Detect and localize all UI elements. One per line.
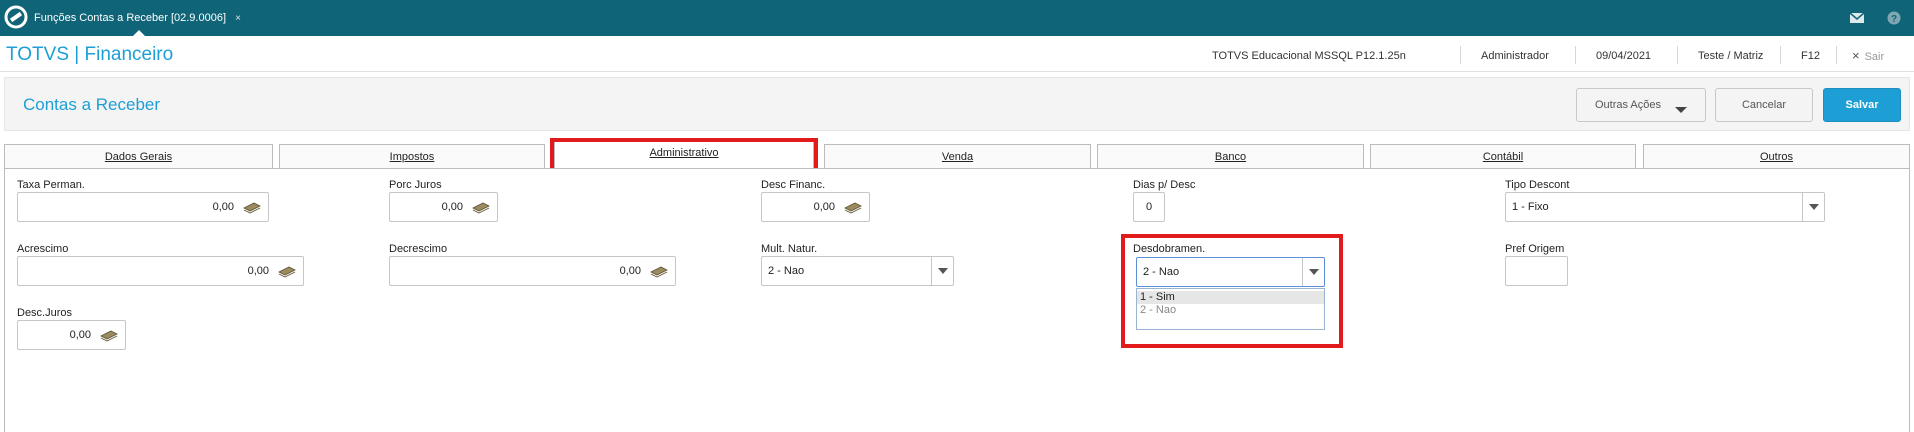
tab-administrativo[interactable]: Administrativo	[554, 139, 814, 168]
tab-label: Dados Gerais	[104, 151, 173, 163]
exit-label: Sair	[1864, 51, 1885, 63]
header-divider	[1780, 46, 1781, 64]
desc-financ-field[interactable]: 0,00	[761, 192, 870, 222]
header-divider	[1460, 46, 1461, 64]
desdobramen-value: 2 - Nao	[1143, 266, 1180, 278]
user-info[interactable]: Administrador	[1481, 50, 1549, 62]
tab-label: Banco	[1214, 151, 1247, 163]
porc-juros-label: Porc Juros	[389, 179, 442, 191]
date-info[interactable]: 09/04/2021	[1596, 50, 1651, 62]
money-icon[interactable]	[99, 328, 119, 342]
tab-venda[interactable]: Venda	[824, 144, 1091, 168]
money-icon[interactable]	[843, 200, 863, 214]
porc-juros-field[interactable]: 0,00	[389, 192, 498, 222]
taxa-perman-label: Taxa Perman.	[17, 179, 85, 191]
help-icon[interactable]: ?	[1886, 11, 1902, 25]
dias-desc-value: 0	[1145, 201, 1153, 213]
tab-dados-gerais[interactable]: Dados Gerais	[4, 144, 273, 168]
decrescimo-field[interactable]: 0,00	[389, 256, 676, 286]
pref-origem-label: Pref Origem	[1505, 243, 1565, 255]
page-title-bar: Contas a Receber Outras Ações Cancelar S…	[4, 77, 1910, 131]
tab-impostos[interactable]: Impostos	[279, 144, 545, 168]
money-icon[interactable]	[471, 200, 491, 214]
desdobramen-options: 1 - Sim 2 - Nao	[1136, 288, 1325, 330]
save-button[interactable]: Salvar	[1823, 88, 1901, 122]
mult-natur-select[interactable]: 2 - Nao	[761, 256, 954, 286]
page-title: Contas a Receber	[23, 95, 161, 114]
dias-desc-field[interactable]: 0	[1133, 192, 1165, 222]
tab-contabil[interactable]: Contábil	[1370, 144, 1636, 168]
desc-juros-field[interactable]: 0,00	[17, 320, 126, 350]
money-icon[interactable]	[277, 264, 297, 278]
tab-label: Impostos	[389, 151, 435, 163]
cancel-label: Cancelar	[1741, 99, 1787, 111]
porc-juros-value: 0,00	[441, 201, 463, 213]
mult-natur-value: 2 - Nao	[768, 265, 805, 277]
chevron-down-icon[interactable]	[1302, 258, 1324, 286]
taxa-perman-field[interactable]: 0,00	[17, 192, 269, 222]
mail-icon[interactable]	[1849, 11, 1865, 25]
folder-tabs: Dados Gerais Impostos Administrativo Ven…	[0, 139, 1914, 168]
close-icon: ×	[1852, 48, 1860, 63]
dias-desc-label: Dias p/ Desc	[1133, 179, 1196, 191]
tipo-descont-label: Tipo Descont	[1505, 179, 1570, 191]
tab-label: Venda	[941, 151, 974, 163]
chevron-down-icon[interactable]	[931, 257, 953, 285]
header-divider	[1677, 46, 1678, 64]
acrescimo-value: 0,00	[247, 265, 269, 277]
option-nao[interactable]: 2 - Nao	[1137, 304, 1324, 317]
tab-label: Contábil	[1482, 151, 1524, 163]
save-label: Salvar	[1845, 99, 1879, 111]
money-icon[interactable]	[242, 200, 262, 214]
tipo-descont-value: 1 - Fixo	[1512, 201, 1549, 213]
money-icon[interactable]	[649, 264, 669, 278]
tab-banco[interactable]: Banco	[1097, 144, 1364, 168]
desdobramen-select[interactable]: 2 - Nao	[1136, 257, 1325, 287]
option-sim[interactable]: 1 - Sim	[1137, 291, 1324, 304]
desc-financ-value: 0,00	[813, 201, 835, 213]
shortcut-info[interactable]: F12	[1801, 50, 1820, 62]
desdobramen-label: Desdobramen.	[1133, 243, 1206, 255]
desc-juros-value: 0,00	[69, 329, 91, 341]
tipo-descont-select[interactable]: 1 - Fixo	[1505, 192, 1825, 222]
tab-outros[interactable]: Outros	[1643, 144, 1910, 168]
decrescimo-label: Decrescimo	[389, 243, 448, 255]
mult-natur-label: Mult. Natur.	[761, 243, 818, 255]
other-actions-button[interactable]: Outras Ações	[1576, 88, 1706, 122]
tab-label: Outros	[1759, 151, 1793, 163]
app-brand: TOTVS | Financeiro	[6, 44, 174, 65]
top-bar: Funções Contas a Receber [02.9.0006] × ?	[0, 0, 1914, 36]
exit-button[interactable]: × Sair	[1852, 48, 1884, 63]
environment-info: TOTVS Educacional MSSQL P12.1.25n	[1212, 50, 1406, 62]
open-tab[interactable]: Funções Contas a Receber [02.9.0006] ×	[34, 8, 241, 28]
company-info[interactable]: Teste / Matriz	[1698, 50, 1763, 62]
header-divider	[1836, 46, 1837, 64]
chevron-down-icon	[1675, 107, 1688, 113]
desc-juros-label: Desc.Juros	[17, 307, 73, 319]
tab-label: Administrativo	[649, 147, 719, 159]
cancel-button[interactable]: Cancelar	[1715, 88, 1813, 122]
acrescimo-field[interactable]: 0,00	[17, 256, 304, 286]
taxa-perman-value: 0,00	[212, 201, 234, 213]
svg-text:?: ?	[1891, 14, 1897, 25]
chevron-down-icon[interactable]	[1802, 193, 1824, 221]
app-header: TOTVS | Financeiro TOTVS Educacional MSS…	[0, 36, 1914, 72]
header-divider	[1575, 46, 1576, 64]
open-tab-label: Funções Contas a Receber [02.9.0006]	[34, 12, 227, 24]
acrescimo-label: Acrescimo	[17, 243, 69, 255]
pref-origem-field[interactable]	[1505, 256, 1568, 286]
decrescimo-value: 0,00	[619, 265, 641, 277]
desc-financ-label: Desc Financ.	[761, 179, 826, 191]
close-tab-icon[interactable]: ×	[235, 13, 241, 24]
other-actions-label: Outras Ações	[1594, 99, 1662, 111]
totvs-logo-icon[interactable]	[4, 5, 28, 29]
